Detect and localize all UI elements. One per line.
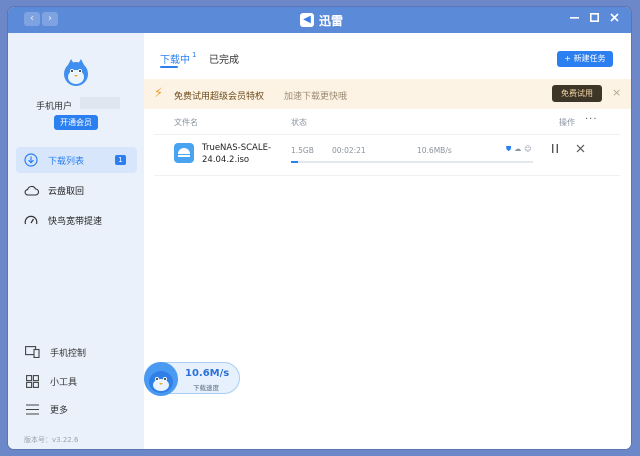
header-divider (154, 134, 620, 135)
row-status-icons: ⛊ ☁ ☺ (506, 145, 532, 154)
free-trial-button[interactable]: 免费试用 (552, 85, 602, 102)
sidebar-item-speedup[interactable]: 快鸟宽带提速 (16, 207, 137, 233)
close-icon (576, 144, 585, 153)
xunlei-logo-icon: ◀ (300, 13, 314, 27)
close-button[interactable] (607, 12, 621, 26)
sidebar-item-more[interactable]: 更多 (24, 400, 134, 418)
tab-count: 1 (192, 51, 197, 59)
chevron-right-icon: › (48, 13, 52, 24)
sidebar-item-phone-control[interactable]: 手机控制 (24, 343, 134, 361)
new-task-label: 新建任务 (573, 54, 606, 63)
forward-button[interactable]: › (42, 12, 58, 26)
row-divider (154, 175, 620, 176)
column-header-status: 状态 (291, 118, 307, 127)
grid-icon (24, 374, 40, 388)
back-button[interactable]: ‹ (24, 12, 40, 26)
mascot-icon (144, 362, 178, 396)
sidebar-item-label: 云盘取回 (48, 186, 85, 197)
tab-label: 已完成 (209, 55, 239, 66)
promo-close-icon[interactable]: × (612, 87, 621, 99)
promo-title: 免费试用超级会员特权 (174, 92, 265, 102)
speed-widget[interactable]: 10.6M/s 下载速度 (144, 362, 240, 396)
pause-icon (552, 144, 558, 153)
version-label: 版本号：v3.22.6 (24, 436, 79, 444)
cloud-icon: ☁ (514, 145, 522, 153)
download-icon (22, 153, 40, 167)
user-id-blurred (80, 97, 120, 109)
speed-value: 10.6M/s (185, 368, 230, 379)
more-options-icon[interactable]: ··· (585, 114, 598, 125)
sidebar-item-download-list[interactable]: 下载列表 1 (16, 147, 137, 173)
file-name: TrueNAS-SCALE-24.04.2.iso (202, 143, 272, 165)
app-title: ◀ 迅雷 (300, 11, 343, 29)
minimize-button[interactable] (567, 12, 581, 26)
cloud-icon (22, 185, 40, 196)
app-window: ‹ › ◀ 迅雷 手机用户 开通会员 下载列表 1 云盘取回 快鸟宽带提速 手机… (8, 7, 631, 449)
file-size: 1.5GB (291, 146, 314, 155)
title-bar: ‹ › ◀ 迅雷 (8, 7, 631, 33)
promo-subtitle: 加速下载更快哦 (284, 92, 348, 102)
download-speed: 10.6MB/s (417, 146, 452, 155)
lightning-icon: ⚡ (154, 86, 164, 101)
minimize-icon (569, 17, 579, 19)
progress-bar (291, 161, 533, 163)
sidebar-item-label: 快鸟宽带提速 (48, 216, 103, 227)
column-header-file: 文件名 (174, 118, 198, 127)
tab-completed[interactable]: 已完成 (209, 51, 239, 66)
tab-active-indicator (160, 66, 178, 68)
maximize-button[interactable] (587, 12, 601, 26)
sidebar-item-cloud-retrieve[interactable]: 云盘取回 (16, 177, 137, 203)
plus-icon: + (564, 54, 572, 63)
disc-image-file-icon (174, 143, 194, 163)
sidebar: 手机用户 开通会员 下载列表 1 云盘取回 快鸟宽带提速 手机控制 小工具 更多… (8, 33, 144, 449)
pause-button[interactable] (551, 144, 559, 156)
bird-avatar-icon (64, 59, 88, 86)
sidebar-item-tools[interactable]: 小工具 (24, 372, 134, 390)
maximize-icon (589, 13, 599, 23)
speedometer-icon (22, 214, 40, 226)
sidebar-item-label: 手机控制 (50, 348, 87, 359)
devices-icon (24, 346, 40, 358)
close-icon (609, 13, 619, 22)
tab-label: 下载中 (160, 55, 190, 66)
shield-icon: ⛊ (506, 145, 512, 153)
user-icon: ☺ (524, 145, 532, 153)
progress-fill (291, 161, 299, 163)
sidebar-item-label: 下载列表 (48, 156, 85, 167)
user-name: 手机用户 (36, 102, 73, 112)
download-count-badge: 1 (115, 155, 126, 165)
new-task-button[interactable]: + 新建任务 (557, 51, 613, 67)
promo-banner: ⚡ 免费试用超级会员特权 加速下载更快哦 免费试用 × (144, 79, 631, 109)
delete-button[interactable] (576, 144, 585, 156)
sidebar-item-label: 小工具 (50, 377, 78, 388)
avatar[interactable] (62, 57, 90, 87)
column-header-action: 操作 (559, 118, 575, 127)
download-row[interactable]: TrueNAS-SCALE-24.04.2.iso 1.5GB 00:02:21… (154, 136, 620, 174)
chevron-left-icon: ‹ (30, 13, 34, 24)
menu-icon (24, 403, 40, 415)
speed-label: 下载速度 (193, 384, 219, 392)
app-title-text: 迅雷 (319, 13, 344, 28)
sidebar-item-label: 更多 (50, 405, 69, 416)
tab-downloading[interactable]: 下载中 1 (160, 51, 196, 66)
time-remaining: 00:02:21 (332, 146, 366, 155)
open-vip-button[interactable]: 开通会员 (54, 115, 98, 130)
